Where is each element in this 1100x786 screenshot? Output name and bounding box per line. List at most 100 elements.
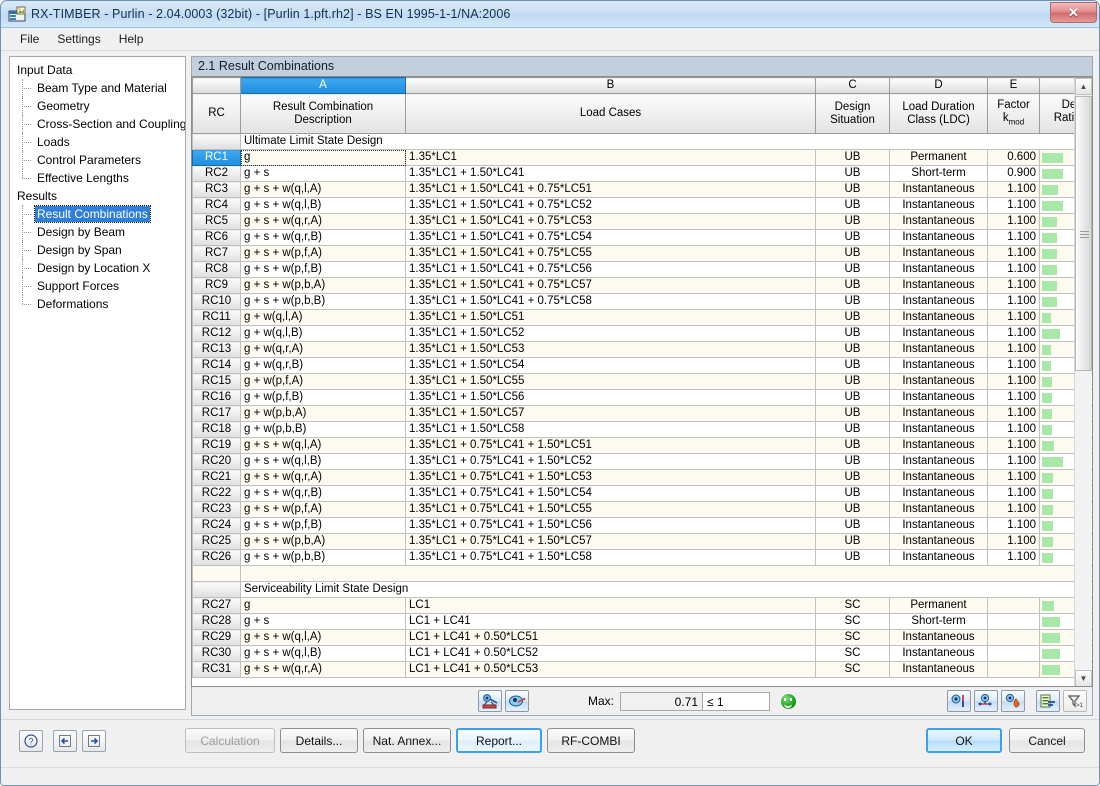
cell-load-duration-class[interactable]: Instantaneous xyxy=(890,438,988,454)
cell-load-cases[interactable]: 1.35*LC1 + 0.75*LC41 + 1.50*LC56 xyxy=(406,518,816,534)
table-row[interactable]: RC8g + s + w(p,f,B)1.35*LC1 + 1.50*LC41 … xyxy=(193,262,1094,278)
ok-button[interactable]: OK xyxy=(926,728,1002,753)
row-header-cell[interactable]: RC19 xyxy=(193,438,241,454)
sidebar-item-design-by-span[interactable]: Design by Span xyxy=(13,241,182,259)
cell-load-duration-class[interactable]: Instantaneous xyxy=(890,646,988,662)
row-header-cell[interactable]: RC12 xyxy=(193,326,241,342)
cell-design-situation[interactable]: SC xyxy=(816,646,890,662)
cell-load-duration-class[interactable]: Instantaneous xyxy=(890,342,988,358)
filter-icon[interactable]: >1 xyxy=(1063,690,1087,712)
sidebar-item-effective-lengths[interactable]: Effective Lengths xyxy=(13,169,182,187)
nat-annex-button[interactable]: Nat. Annex... xyxy=(363,728,451,753)
cell-load-duration-class[interactable]: Instantaneous xyxy=(890,230,988,246)
column-header-c[interactable]: C xyxy=(816,78,890,94)
table-row[interactable]: RC31g + s + w(q,r,A)LC1 + LC41 + 0.50*LC… xyxy=(193,662,1094,678)
column-header-a[interactable]: A xyxy=(241,78,406,94)
scroll-down-icon[interactable]: ▼ xyxy=(1075,670,1092,687)
row-header-cell[interactable]: RC18 xyxy=(193,422,241,438)
cell-design-situation[interactable]: SC xyxy=(816,614,890,630)
row-header-cell[interactable]: RC16 xyxy=(193,390,241,406)
cell-load-cases[interactable]: 1.35*LC1 + 1.50*LC41 + 0.75*LC53 xyxy=(406,214,816,230)
cell-description[interactable]: g + w(p,b,A) xyxy=(241,406,406,422)
cell-load-cases[interactable]: 1.35*LC1 + 1.50*LC41 + 0.75*LC55 xyxy=(406,246,816,262)
table-row[interactable]: RC20g + s + w(q,l,B)1.35*LC1 + 0.75*LC41… xyxy=(193,454,1094,470)
table-row[interactable]: RC17g + w(p,b,A)1.35*LC1 + 1.50*LC57UBIn… xyxy=(193,406,1094,422)
fire-design-icon[interactable] xyxy=(1001,690,1025,712)
cell-design-situation[interactable]: UB xyxy=(816,262,890,278)
cell-design-situation[interactable]: UB xyxy=(816,278,890,294)
cell-description[interactable]: g + w(q,l,B) xyxy=(241,326,406,342)
row-header-cell[interactable]: RC24 xyxy=(193,518,241,534)
cell-kmod[interactable]: 1.100 xyxy=(988,422,1040,438)
cell-load-duration-class[interactable]: Instantaneous xyxy=(890,198,988,214)
cell-load-duration-class[interactable]: Instantaneous xyxy=(890,294,988,310)
grid-vertical-scrollbar[interactable]: ▲ ▼ xyxy=(1074,78,1091,687)
table-row[interactable]: RC4g + s + w(q,l,B)1.35*LC1 + 1.50*LC41 … xyxy=(193,198,1094,214)
cell-load-duration-class[interactable]: Instantaneous xyxy=(890,470,988,486)
cell-load-duration-class[interactable]: Instantaneous xyxy=(890,630,988,646)
row-header-cell[interactable]: RC29 xyxy=(193,630,241,646)
cell-kmod[interactable]: 1.100 xyxy=(988,214,1040,230)
sidebar-item-design-by-location-x[interactable]: Design by Location X xyxy=(13,259,182,277)
cell-load-cases[interactable]: 1.35*LC1 + 0.75*LC41 + 1.50*LC54 xyxy=(406,486,816,502)
row-header-cell[interactable]: RC25 xyxy=(193,534,241,550)
cell-load-cases[interactable]: LC1 + LC41 + 0.50*LC52 xyxy=(406,646,816,662)
cell-load-cases[interactable]: 1.35*LC1 + 0.75*LC41 + 1.50*LC58 xyxy=(406,550,816,566)
row-header-cell[interactable]: RC6 xyxy=(193,230,241,246)
cell-design-situation[interactable]: UB xyxy=(816,230,890,246)
table-row[interactable]: RC7g + s + w(p,f,A)1.35*LC1 + 1.50*LC41 … xyxy=(193,246,1094,262)
cell-load-duration-class[interactable]: Permanent xyxy=(890,150,988,166)
cell-kmod[interactable]: 1.100 xyxy=(988,486,1040,502)
cell-load-cases[interactable]: 1.35*LC1 + 1.50*LC41 + 0.75*LC56 xyxy=(406,262,816,278)
cell-description[interactable]: g + s + w(q,l,A) xyxy=(241,182,406,198)
cell-kmod[interactable]: 1.100 xyxy=(988,326,1040,342)
table-row[interactable]: RC30g + s + w(q,l,B)LC1 + LC41 + 0.50*LC… xyxy=(193,646,1094,662)
cell-kmod[interactable]: 1.100 xyxy=(988,230,1040,246)
cell-kmod[interactable]: 1.100 xyxy=(988,182,1040,198)
scroll-up-icon[interactable]: ▲ xyxy=(1075,78,1092,95)
cell-design-situation[interactable]: UB xyxy=(816,374,890,390)
close-button[interactable]: ✕ xyxy=(1050,2,1097,23)
row-header-cell[interactable]: RC10 xyxy=(193,294,241,310)
row-header-cell[interactable]: RC11 xyxy=(193,310,241,326)
cell-load-cases[interactable]: 1.35*LC1 xyxy=(406,150,816,166)
cell-load-duration-class[interactable]: Instantaneous xyxy=(890,358,988,374)
row-header-cell[interactable]: RC27 xyxy=(193,598,241,614)
row-header-cell[interactable]: RC15 xyxy=(193,374,241,390)
row-header-cell[interactable]: RC26 xyxy=(193,550,241,566)
table-row[interactable]: RC22g + s + w(q,r,B)1.35*LC1 + 0.75*LC41… xyxy=(193,486,1094,502)
table-row[interactable]: RC13g + w(q,r,A)1.35*LC1 + 1.50*LC53UBIn… xyxy=(193,342,1094,358)
cell-load-cases[interactable]: 1.35*LC1 + 0.75*LC41 + 1.50*LC53 xyxy=(406,470,816,486)
cell-load-cases[interactable]: 1.35*LC1 + 1.50*LC56 xyxy=(406,390,816,406)
cell-load-cases[interactable]: 1.35*LC1 + 1.50*LC41 + 0.75*LC58 xyxy=(406,294,816,310)
cell-description[interactable]: g + w(q,r,A) xyxy=(241,342,406,358)
cell-design-situation[interactable]: UB xyxy=(816,422,890,438)
row-header-cell[interactable]: RC1 xyxy=(193,150,241,166)
cell-design-situation[interactable]: UB xyxy=(816,534,890,550)
cell-load-cases[interactable]: LC1 + LC41 xyxy=(406,614,816,630)
table-row[interactable]: RC11g + w(q,l,A)1.35*LC1 + 1.50*LC51UBIn… xyxy=(193,310,1094,326)
cell-load-cases[interactable]: 1.35*LC1 + 0.75*LC41 + 1.50*LC51 xyxy=(406,438,816,454)
cell-load-cases[interactable]: LC1 xyxy=(406,598,816,614)
cell-design-situation[interactable]: UB xyxy=(816,326,890,342)
table-row[interactable]: RC26g + s + w(p,b,B)1.35*LC1 + 0.75*LC41… xyxy=(193,550,1094,566)
cell-description[interactable]: g + s + w(p,b,B) xyxy=(241,294,406,310)
cell-kmod[interactable]: 1.100 xyxy=(988,278,1040,294)
cell-load-cases[interactable]: 1.35*LC1 + 0.75*LC41 + 1.50*LC57 xyxy=(406,534,816,550)
cell-load-cases[interactable]: 1.35*LC1 + 1.50*LC57 xyxy=(406,406,816,422)
table-row[interactable]: RC29g + s + w(q,l,A)LC1 + LC41 + 0.50*LC… xyxy=(193,630,1094,646)
cell-description[interactable]: g + s + w(p,b,B) xyxy=(241,550,406,566)
row-header-cell[interactable]: RC28 xyxy=(193,614,241,630)
cell-design-situation[interactable]: UB xyxy=(816,470,890,486)
cell-design-situation[interactable]: UB xyxy=(816,390,890,406)
cell-kmod[interactable]: 1.100 xyxy=(988,438,1040,454)
cell-description[interactable]: g + s + w(p,f,A) xyxy=(241,246,406,262)
cell-load-duration-class[interactable]: Instantaneous xyxy=(890,454,988,470)
cell-load-duration-class[interactable]: Instantaneous xyxy=(890,262,988,278)
cell-description[interactable]: g + w(p,b,B) xyxy=(241,422,406,438)
cell-design-situation[interactable]: UB xyxy=(816,486,890,502)
cell-design-situation[interactable]: UB xyxy=(816,518,890,534)
sidebar-item-deformations[interactable]: Deformations xyxy=(13,295,182,313)
report-list-icon[interactable] xyxy=(1036,690,1060,712)
cell-load-duration-class[interactable]: Instantaneous xyxy=(890,246,988,262)
